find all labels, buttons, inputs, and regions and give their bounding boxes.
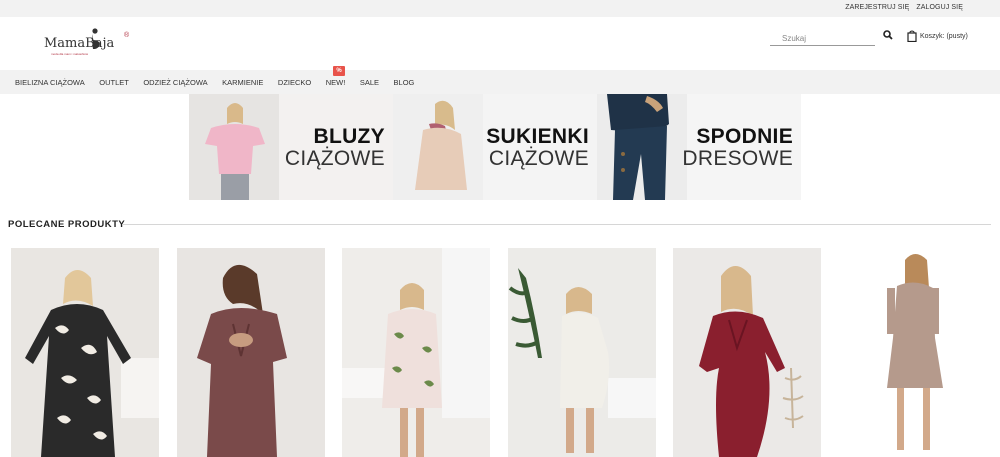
logo-text: MamaBaja xyxy=(44,36,115,51)
product-card[interactable] xyxy=(839,248,987,457)
banner-title-light: CIĄŻOWE xyxy=(284,147,385,170)
product-card[interactable] xyxy=(673,248,821,457)
product-card[interactable] xyxy=(177,248,325,457)
nav-item-new[interactable]: NEW! xyxy=(326,78,346,87)
product-image xyxy=(508,248,656,457)
product-card[interactable] xyxy=(508,248,656,457)
register-link[interactable]: ZAREJESTRUJ SIĘ xyxy=(845,4,909,11)
product-image xyxy=(342,248,490,457)
main-navigation: BIELIZNA CIĄŻOWA OUTLET ODZIEŻ CIĄŻOWA K… xyxy=(0,70,1000,94)
shopping-bag-icon xyxy=(907,30,917,42)
banner-title-bold: SPODNIE xyxy=(696,125,793,148)
nav-item-bielizna-ciazowa[interactable]: BIELIZNA CIĄŻOWA xyxy=(15,78,85,87)
product-card[interactable] xyxy=(11,248,159,457)
search-icon[interactable] xyxy=(883,30,893,40)
account-links: ZAREJESTRUJ SIĘ ZALOGUJ SIĘ xyxy=(845,4,963,11)
cart-button[interactable]: Koszyk: (pusty) xyxy=(907,30,968,42)
product-image xyxy=(673,248,821,457)
login-link[interactable]: ZALOGUJ SIĘ xyxy=(916,4,963,11)
logo-tagline: moda dla mam i maluszków xyxy=(51,52,89,56)
cart-label: Koszyk: (pusty) xyxy=(920,32,968,40)
site-header: MamaBaja ® moda dla mam i maluszków Kosz… xyxy=(0,17,1000,70)
banner-photo xyxy=(597,94,687,200)
sale-percent-badge: % xyxy=(333,66,345,76)
banner-spodnie-dresowe[interactable]: SPODNIE DRESOWE xyxy=(597,94,801,200)
logo-registered-mark: ® xyxy=(124,32,130,39)
nav-item-sale[interactable]: SALE xyxy=(360,78,379,87)
product-card[interactable] xyxy=(342,248,490,457)
top-utility-bar: ZAREJESTRUJ SIĘ ZALOGUJ SIĘ xyxy=(0,0,1000,17)
banner-title-light: DRESOWE xyxy=(682,147,793,170)
banner-title-light: CIĄŻOWE xyxy=(488,147,589,170)
search-input[interactable] xyxy=(770,30,875,47)
banner-title-bold: SUKIENKI xyxy=(486,125,589,148)
banner-bluzy-ciazowe[interactable]: BLUZY CIĄŻOWE xyxy=(189,94,393,200)
banner-photo xyxy=(393,94,483,200)
category-banners: BLUZY CIĄŻOWE SUKIENKI CIĄŻOWE SPODNIE D… xyxy=(189,94,801,200)
banner-sukienki-ciazowe[interactable]: SUKIENKI CIĄŻOWE xyxy=(393,94,597,200)
nav-item-blog[interactable]: BLOG xyxy=(394,78,415,87)
nav-item-outlet[interactable]: OUTLET xyxy=(99,78,129,87)
nav-item-dziecko[interactable]: DZIECKO xyxy=(278,78,311,87)
site-logo[interactable]: MamaBaja ® moda dla mam i maluszków xyxy=(44,28,134,60)
section-divider xyxy=(122,224,991,225)
featured-products-heading: POLECANE PRODUKTY xyxy=(8,219,126,230)
product-image xyxy=(839,248,987,457)
product-image xyxy=(177,248,325,457)
banner-photo xyxy=(189,94,279,200)
nav-item-odziez-ciazowa[interactable]: ODZIEŻ CIĄŻOWA xyxy=(143,78,207,87)
featured-products-grid xyxy=(0,248,1000,457)
nav-item-karmienie[interactable]: KARMIENIE xyxy=(222,78,263,87)
banner-title-bold: BLUZY xyxy=(313,125,385,148)
search-box xyxy=(770,28,875,47)
product-image xyxy=(11,248,159,457)
